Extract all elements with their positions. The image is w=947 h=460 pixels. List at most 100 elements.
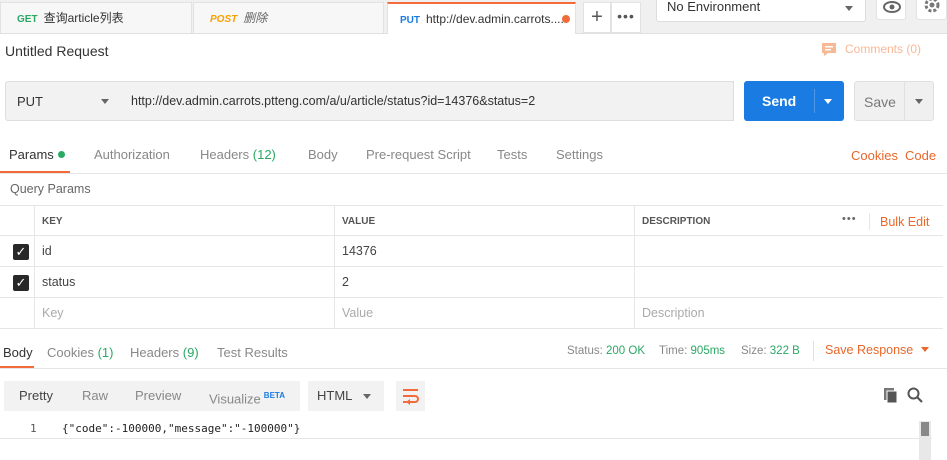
- tab-params[interactable]: Params: [9, 147, 65, 162]
- tab-name: 查询article列表: [43, 11, 124, 25]
- editor-scrollbar-thumb[interactable]: [921, 422, 929, 436]
- comments-button[interactable]: Comments (0): [821, 42, 921, 56]
- method-select[interactable]: PUT: [5, 81, 121, 121]
- copy-icon[interactable]: [881, 386, 899, 404]
- search-icon[interactable]: [906, 386, 924, 404]
- response-size: Size: 322 B: [741, 345, 800, 357]
- tab-authorization[interactable]: Authorization: [94, 147, 170, 162]
- params-active-dot-icon: [57, 151, 65, 158]
- time-value: 905ms: [690, 345, 726, 357]
- chevron-down-icon: [845, 6, 853, 11]
- format-select[interactable]: HTML: [308, 381, 384, 411]
- response-tab-cookies-label: Cookies: [47, 345, 94, 360]
- comments-label: Comments (0): [845, 42, 922, 56]
- eye-icon: [883, 1, 901, 13]
- response-active-underline: [0, 366, 34, 368]
- tab-name: 删除: [243, 11, 268, 25]
- new-description-input[interactable]: Description: [634, 298, 943, 328]
- request-tab-put[interactable]: PUT http://dev.admin.carrots....: [387, 2, 576, 34]
- view-mode-group: Pretty Raw Preview Visualize BETA: [4, 381, 300, 411]
- response-tab-headers-label: Headers: [130, 345, 180, 360]
- send-options-chevron-icon[interactable]: [824, 99, 832, 104]
- tab-method: GET: [17, 14, 38, 25]
- response-status: Status: 200 OK: [567, 345, 645, 357]
- tab-options-button[interactable]: •••: [611, 2, 641, 33]
- response-body-text: {"code":-100000,"message":"-100000"}: [62, 422, 301, 435]
- more-options-icon[interactable]: •••: [842, 213, 857, 225]
- save-divider: [904, 82, 905, 120]
- environment-select[interactable]: No Environment: [656, 0, 866, 22]
- size-value: 322 B: [769, 345, 800, 357]
- more-icon: •••: [617, 8, 635, 24]
- view-raw-button[interactable]: Raw: [82, 381, 108, 411]
- tab-settings[interactable]: Settings: [556, 147, 603, 162]
- response-tab-body[interactable]: Body: [3, 345, 33, 360]
- line-number: 1: [30, 422, 37, 435]
- comment-icon: [822, 43, 836, 56]
- response-time: Time: 905ms: [659, 345, 725, 357]
- tab-method: PUT: [400, 15, 420, 26]
- manage-environments-button[interactable]: [916, 0, 947, 20]
- url-input[interactable]: http://dev.admin.carrots.ptteng.com/a/u/…: [120, 81, 734, 121]
- editor-divider: [0, 438, 932, 439]
- request-tab-get[interactable]: GET 查询article列表: [0, 2, 192, 33]
- header-divider: [869, 213, 870, 230]
- code-link[interactable]: Code: [905, 148, 936, 163]
- checkbox-checked-icon[interactable]: ✓: [13, 244, 29, 260]
- response-headers-count: (9): [182, 345, 199, 360]
- wrap-lines-button[interactable]: [396, 381, 425, 411]
- param-value[interactable]: 14376: [334, 236, 634, 266]
- response-cookies-count: (1): [97, 345, 114, 360]
- send-button[interactable]: Send: [744, 81, 844, 121]
- tab-pre-request-script[interactable]: Pre-request Script: [366, 147, 471, 162]
- save-response-button[interactable]: Save Response: [825, 343, 929, 357]
- save-label: Save: [864, 94, 896, 110]
- request-title[interactable]: Untitled Request: [5, 43, 109, 59]
- request-tab-post[interactable]: POST 删除: [193, 2, 384, 33]
- new-key-input[interactable]: Key: [34, 298, 334, 328]
- wrap-lines-icon: [403, 389, 419, 405]
- cookies-link[interactable]: Cookies: [851, 148, 898, 163]
- chevron-down-icon: [363, 394, 371, 399]
- column-key: KEY: [34, 206, 334, 235]
- bulk-edit-link[interactable]: Bulk Edit: [880, 215, 929, 229]
- response-tab-cookies[interactable]: Cookies (1): [47, 345, 113, 360]
- method-label: PUT: [17, 94, 43, 109]
- visualize-label: Visualize: [209, 391, 261, 407]
- view-visualize-button[interactable]: Visualize BETA: [209, 381, 285, 414]
- size-label: Size:: [741, 345, 767, 357]
- tab-headers-label: Headers: [200, 147, 250, 162]
- tab-headers[interactable]: Headers (12): [200, 147, 276, 162]
- save-response-label: Save Response: [825, 343, 914, 357]
- chevron-down-icon: [101, 99, 109, 104]
- response-body-editor[interactable]: 1 {"code":-100000,"message":"-100000"}: [0, 419, 932, 439]
- new-tab-button[interactable]: +: [583, 2, 611, 33]
- new-value-input[interactable]: Value: [334, 298, 634, 328]
- view-pretty-button[interactable]: Pretty: [19, 381, 53, 411]
- response-tab-test-results[interactable]: Test Results: [217, 345, 288, 360]
- environment-label: No Environment: [667, 0, 761, 14]
- response-divider: [813, 341, 814, 361]
- param-value[interactable]: 2: [334, 267, 634, 297]
- tab-body[interactable]: Body: [308, 147, 338, 162]
- tab-name: http://dev.admin.carrots....: [426, 12, 564, 26]
- tab-tests[interactable]: Tests: [497, 147, 527, 162]
- table-row: ✓ status 2: [0, 267, 943, 298]
- param-description[interactable]: [634, 236, 943, 266]
- status-value: 200 OK: [606, 345, 646, 357]
- param-key[interactable]: id: [34, 236, 334, 266]
- param-key[interactable]: status: [34, 267, 334, 297]
- tab-headers-count: (12): [252, 147, 276, 162]
- column-value: VALUE: [334, 206, 634, 235]
- environment-quick-look-button[interactable]: [876, 0, 906, 20]
- view-preview-button[interactable]: Preview: [135, 381, 181, 411]
- plus-icon: +: [591, 6, 603, 28]
- checkbox-checked-icon[interactable]: ✓: [13, 275, 29, 291]
- send-label: Send: [762, 93, 797, 109]
- save-options-chevron-icon[interactable]: [915, 99, 923, 104]
- unsaved-dot-icon: [562, 15, 570, 23]
- response-tab-headers[interactable]: Headers (9): [130, 345, 199, 360]
- save-button[interactable]: Save: [854, 81, 934, 121]
- param-description[interactable]: [634, 267, 943, 297]
- chevron-down-icon: [920, 347, 929, 352]
